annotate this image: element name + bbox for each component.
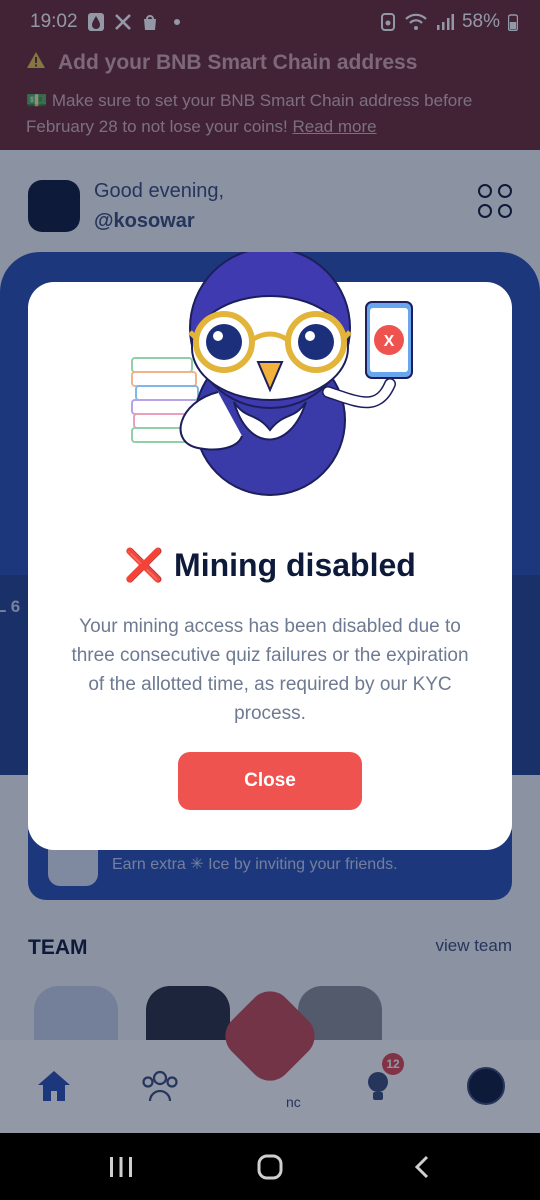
system-nav-bar: [0, 1133, 540, 1200]
dialog-title: Mining disabled: [174, 546, 416, 583]
close-button[interactable]: Close: [178, 752, 362, 810]
cross-mark-icon: ❌: [124, 547, 165, 583]
owl-illustration: X: [28, 247, 512, 502]
home-button-icon[interactable]: [256, 1153, 284, 1181]
mining-disabled-dialog: X ❌ Mining disabled Your mining access h…: [28, 247, 512, 850]
phone-x-mark: X: [384, 333, 395, 350]
recents-icon[interactable]: [108, 1153, 134, 1181]
dialog-message: Your mining access has been disabled due…: [71, 616, 469, 724]
dialog-title-row: ❌ Mining disabled: [28, 546, 512, 584]
back-icon[interactable]: [412, 1153, 432, 1181]
